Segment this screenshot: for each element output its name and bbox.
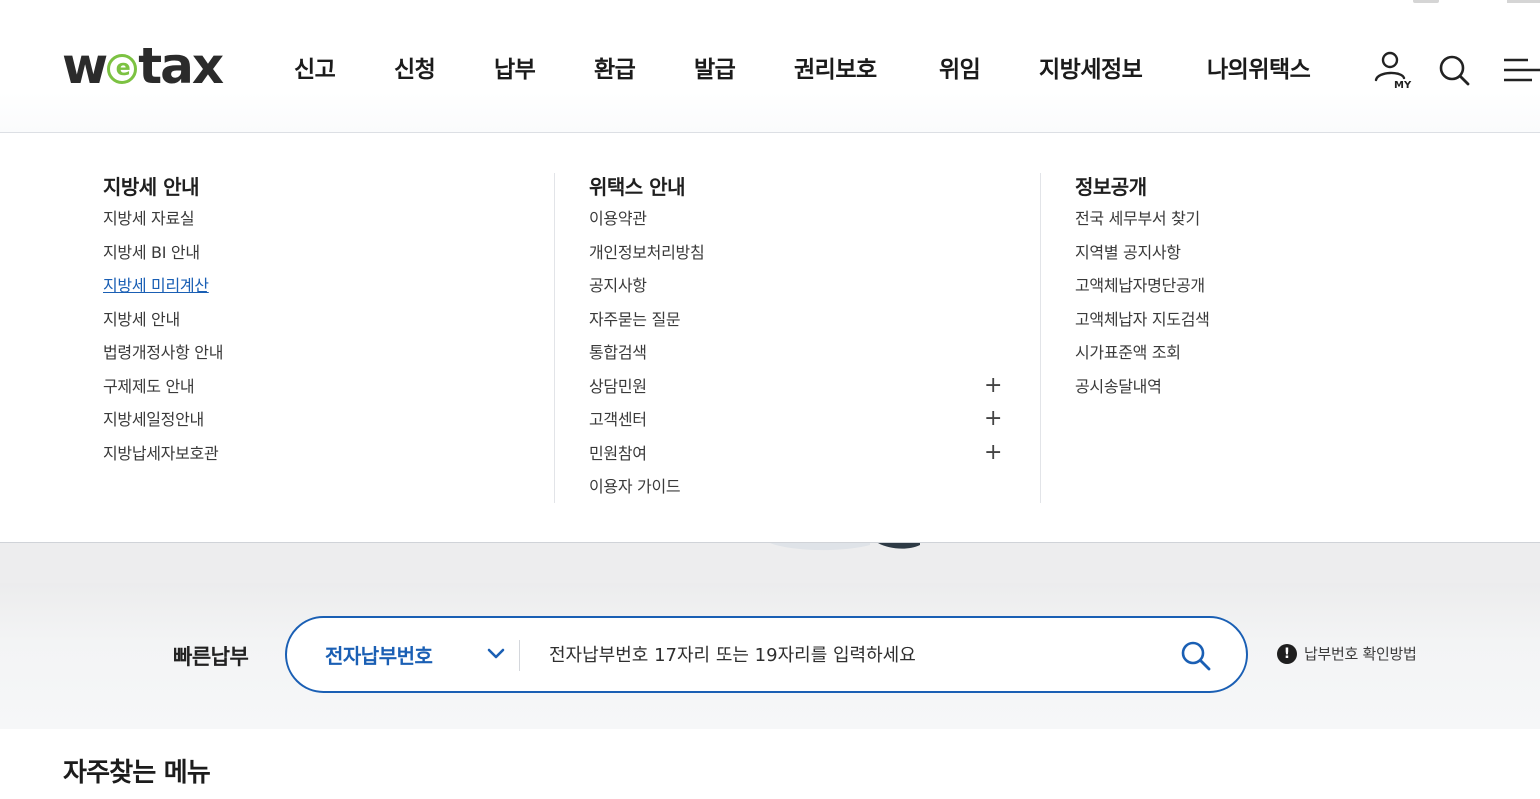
menu-item[interactable]: 고액체납자 지도검색 — [1075, 310, 1210, 344]
window-edge-artifact — [1413, 0, 1439, 3]
menu-item-label: 지역별 공지사항 — [1075, 242, 1181, 262]
expand-plus-icon[interactable]: + — [984, 374, 1002, 397]
menu-item[interactable]: 지방세일정안내 — [103, 410, 223, 444]
column-title: 정보공개 — [1075, 175, 1147, 199]
menu-item[interactable]: 개인정보처리방침 — [589, 242, 705, 277]
menu-item-label: 전국 세무부서 찾기 — [1075, 209, 1200, 228]
menu-item-label: 지방세 안내 — [103, 309, 180, 329]
menu-item[interactable]: 상담민원 + — [589, 374, 1002, 411]
payment-type-select[interactable]: 전자납부번호 — [325, 618, 433, 691]
expand-plus-icon[interactable]: + — [984, 408, 1002, 430]
menu-item-label: 통합검색 — [589, 343, 647, 362]
expand-plus-icon[interactable]: + — [984, 441, 1002, 464]
logo-letter: w — [62, 37, 108, 95]
menu-column-local-tax-guide: 지방세 안내 지방세 자료실 지방세 BI 안내 지방세 미리계산 지방세 안내 법령개… — [103, 171, 223, 477]
menu-item[interactable]: 공지사항 — [589, 276, 704, 310]
menu-item[interactable]: 지방세 안내 — [103, 310, 223, 344]
menu-column-wetax-guide: 위택스 안내 이용약관 개인정보처리방침 공지사항 자주묻는 질문 통합검색 상담민원 + 고… — [589, 171, 1002, 511]
menu-item-label: 고액체납자 지도검색 — [1075, 309, 1210, 329]
menu-item-label: 고객센터 — [589, 410, 647, 429]
menu-item-label: 지방세일정안내 — [103, 410, 204, 429]
menu-item[interactable]: 구제제도 안내 — [103, 377, 223, 411]
menu-item-label: 구제제도 안내 — [103, 376, 195, 396]
logo-e-mark: e — [107, 54, 138, 84]
payment-number-help-link[interactable]: ! 납부번호 확인방법 — [1277, 643, 1417, 664]
column-title: 지방세 안내 — [103, 175, 199, 199]
menu-item[interactable]: 이용자 가이드 — [589, 477, 704, 511]
menu-item[interactable]: 이용약관 — [589, 209, 704, 243]
column-divider — [1040, 173, 1041, 503]
menu-item[interactable]: 고액체납자명단공개 — [1075, 276, 1210, 310]
window-edge-artifact — [1507, 0, 1540, 3]
menu-item[interactable]: 전국 세무부서 찾기 — [1075, 209, 1210, 243]
menu-item-label: 지방세 미리계산 — [103, 276, 209, 295]
nav-item-pay[interactable]: 납부 — [494, 50, 536, 84]
menu-item[interactable]: 민원참여 + — [589, 441, 1002, 478]
menu-item-label: 민원참여 — [589, 443, 647, 463]
menu-item-label: 자주묻는 질문 — [589, 309, 681, 329]
menu-item[interactable]: 시가표준액 조회 — [1075, 343, 1210, 377]
nav-item-report[interactable]: 신고 — [294, 50, 336, 84]
menu-item-label: 지방세 BI 안내 — [103, 242, 200, 262]
search-icon[interactable] — [1180, 640, 1212, 672]
menu-item[interactable]: 지방세 자료실 — [103, 209, 223, 243]
menu-item[interactable]: 지역별 공지사항 — [1075, 243, 1210, 277]
column-title: 위택스 안내 — [589, 175, 685, 199]
search-icon[interactable] — [1436, 48, 1476, 88]
chevron-down-icon[interactable] — [487, 647, 505, 661]
menu-item-label: 이용약관 — [589, 209, 647, 228]
quick-pay-search-box: 전자납부번호 — [285, 616, 1248, 693]
nav-item-local-tax-info[interactable]: 지방세정보 — [1039, 50, 1143, 84]
menu-item-label: 상담민원 — [589, 376, 647, 396]
menu-item[interactable]: 지방세 미리계산 — [103, 276, 223, 310]
menu-item[interactable]: 법령개정사항 안내 — [103, 343, 223, 377]
payment-type-selected: 전자납부번호 — [325, 644, 433, 668]
menu-item[interactable]: 고객센터 + — [589, 408, 1002, 444]
menu-item-label: 법령개정사항 안내 — [103, 343, 224, 362]
column-list: 전국 세무부서 찾기지역별 공지사항고액체납자명단공개고액체납자 지도검색시가표… — [1075, 209, 1210, 410]
menu-item-label: 지방납세자보호관 — [103, 443, 219, 463]
local-tax-info-dropdown: 지방세 안내 지방세 자료실 지방세 BI 안내 지방세 미리계산 지방세 안내 법령개… — [0, 133, 1540, 543]
my-badge-text: MY — [1394, 80, 1412, 90]
column-list: 이용약관 개인정보처리방침 공지사항 자주묻는 질문 통합검색 상담민원 + 고객센터 + 민원참… — [589, 209, 1002, 511]
menu-item[interactable]: 공시송달내역 — [1075, 377, 1210, 411]
menu-item[interactable]: 통합검색 — [589, 343, 704, 377]
menu-item-label: 고액체납자명단공개 — [1075, 276, 1205, 295]
nav-item-rights[interactable]: 권리보호 — [794, 50, 877, 84]
user-my-icon[interactable]: MY — [1372, 48, 1412, 91]
nav-item-apply[interactable]: 신청 — [394, 50, 436, 84]
page: w e tax 신고 신청 납부 환급 발급 권리보호 위임 지방세정보 나의위택스… — [0, 0, 1540, 799]
menu-item-label: 지방세 자료실 — [103, 209, 195, 228]
nav-item-refund[interactable]: 환급 — [594, 50, 636, 84]
payment-number-input[interactable] — [549, 638, 1149, 672]
menu-column-info-disclosure: 정보공개 전국 세무부서 찾기지역별 공지사항고액체납자명단공개고액체납자 지도… — [1075, 171, 1210, 410]
menu-item-label: 이용자 가이드 — [589, 477, 681, 496]
column-divider — [554, 173, 555, 503]
menu-item-label: 시가표준액 조회 — [1075, 343, 1181, 362]
menu-item-label: 공시송달내역 — [1075, 376, 1162, 396]
quick-pay-label: 빠른납부 — [173, 645, 249, 669]
header: w e tax 신고 신청 납부 환급 발급 권리보호 위임 지방세정보 나의위택스… — [0, 0, 1540, 133]
frequent-menu-title: 자주찾는 메뉴 — [63, 758, 211, 788]
menu-icon[interactable] — [1502, 48, 1540, 88]
logo-letter: tax — [138, 37, 224, 95]
menu-item[interactable]: 지방세 BI 안내 — [103, 243, 223, 277]
select-divider — [519, 640, 520, 671]
info-icon: ! — [1277, 643, 1297, 664]
menu-item[interactable]: 지방납세자보호관 — [103, 444, 223, 478]
menu-item-label: 공지사항 — [589, 276, 647, 295]
wetax-logo[interactable]: w e tax — [62, 38, 240, 94]
hero-illustration-partial — [770, 543, 920, 551]
menu-item[interactable]: 자주묻는 질문 — [589, 310, 704, 344]
nav-item-issue[interactable]: 발급 — [694, 50, 736, 84]
menu-item-label: 개인정보처리방침 — [589, 242, 705, 262]
nav-item-my-wetax[interactable]: 나의위택스 — [1207, 50, 1311, 84]
help-link-label: 납부번호 확인방법 — [1304, 645, 1417, 663]
nav-item-delegation[interactable]: 위임 — [939, 50, 981, 84]
column-list: 지방세 자료실지방세 BI 안내지방세 미리계산지방세 안내법령개정사항 안내구… — [103, 209, 223, 477]
